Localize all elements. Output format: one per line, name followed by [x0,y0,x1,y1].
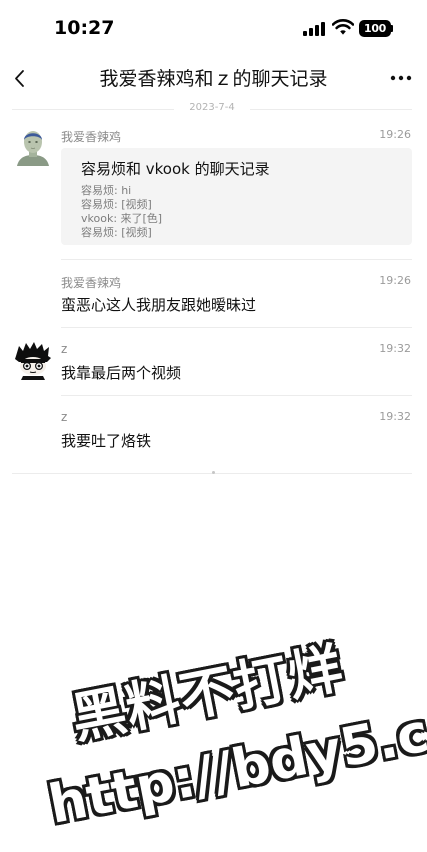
message-item: 我爱香辣鸡 19:26 蛮恶心这人我朋友跟她暧昧过 [0,272,427,328]
watermark: 黑料不打烊 http://bdy5.co [0,580,427,852]
message-text: 我靠最后两个视频 [61,364,182,382]
message-time: 19:32 [379,342,411,355]
sender-name: z [61,342,68,356]
battery-icon: 100 [359,20,391,37]
sender-name: z [61,410,68,424]
avatar-cartoon-icon [14,342,52,380]
sender-name: 我爱香辣鸡 [61,130,122,144]
watermark-url: http://bdy5.co [44,695,427,836]
battery-level: 100 [363,22,387,35]
message-divider [61,395,412,396]
message-divider [61,259,412,260]
status-bar: 10:27 100 [0,0,427,58]
ellipsis-icon[interactable] [388,66,414,90]
message-item: 我爱香辣鸡 19:26 容易烦和 vkook 的聊天记录 容易烦: hi 容易烦… [0,124,427,260]
avatar[interactable] [14,128,52,166]
page-title: 我爱香辣鸡和ｚ的聊天记录 [99,68,328,90]
status-time: 10:27 [54,17,115,39]
chat-record-title: 容易烦和 vkook 的聊天记录 [81,160,270,178]
message-time: 19:32 [379,410,411,423]
message-divider [61,327,412,328]
nav-bar: 我爱香辣鸡和ｚ的聊天记录 [0,58,427,98]
wifi-icon [332,19,354,35]
date-label: 2023-7-4 [189,102,235,113]
message-text: 我要吐了烙铁 [61,432,152,450]
date-line-right [250,109,412,110]
message-time: 19:26 [379,274,411,287]
message-time: 19:26 [379,128,411,141]
chat-record-line: 容易烦: [视频] [81,226,152,239]
avatar[interactable] [14,342,52,380]
watermark-title: 黑料不打烊 [66,636,349,751]
message-item: z 19:32 我要吐了烙铁 [0,408,427,463]
cellular-signal-icon [303,22,325,36]
end-dot [212,471,215,474]
message-text: 蛮恶心这人我朋友跟她暧昧过 [61,296,257,314]
sender-name: 我爱香辣鸡 [61,276,122,290]
chat-record-card[interactable]: 容易烦和 vkook 的聊天记录 容易烦: hi 容易烦: [视频] vkook… [61,148,412,245]
chevron-left-icon[interactable] [10,64,34,92]
battery-tip [391,25,393,32]
date-separator: 2023-7-4 [12,102,412,116]
message-item: z 19:32 我靠最后两个视频 [0,340,427,396]
avatar-figure-icon [14,128,52,166]
